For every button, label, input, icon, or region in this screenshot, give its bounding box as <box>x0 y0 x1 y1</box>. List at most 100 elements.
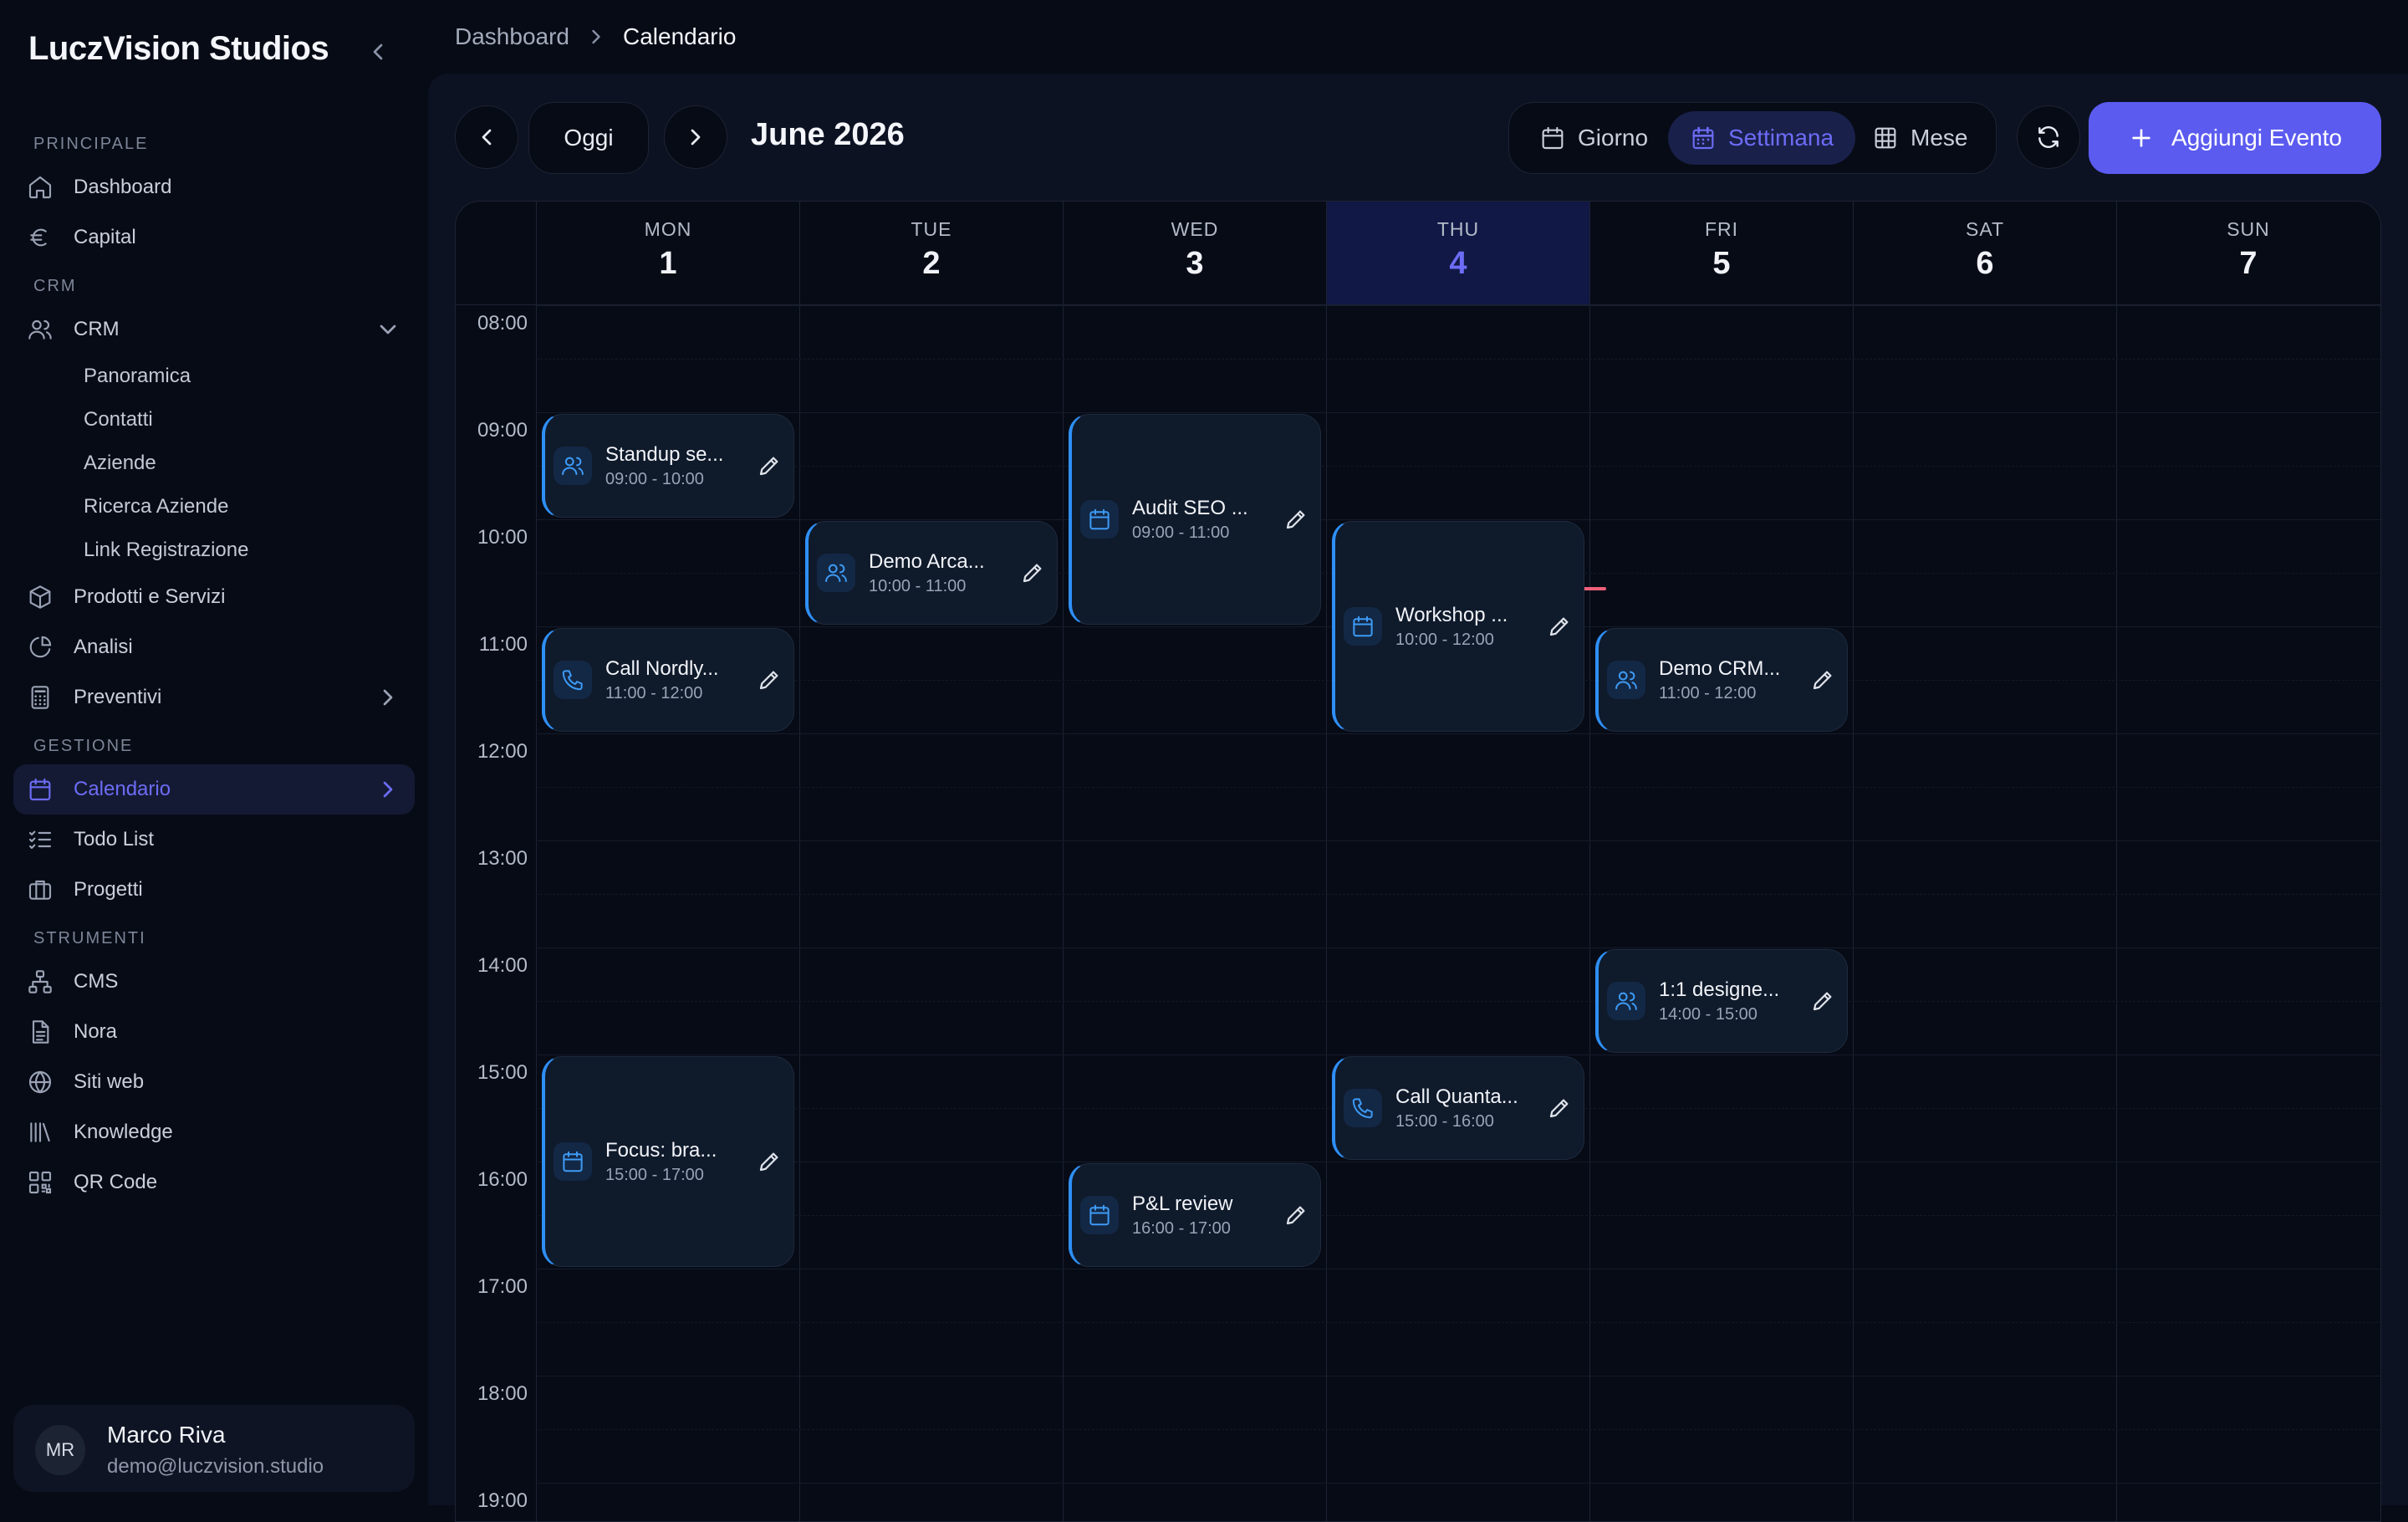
sidebar-item-qr-code[interactable]: QR Code <box>13 1157 415 1208</box>
sidebar-subitem-ricerca-aziende[interactable]: Ricerca Aziende <box>0 485 428 529</box>
day-number: 7 <box>2239 246 2258 281</box>
day-number: 6 <box>1976 246 1994 281</box>
sidebar-subitem-aziende[interactable]: Aziende <box>0 442 428 485</box>
hour-line <box>536 947 2380 948</box>
sidebar-item-analisi[interactable]: Analisi <box>13 622 415 672</box>
half-hour-line <box>536 1322 2380 1323</box>
edit-pencil-icon[interactable] <box>1283 507 1309 532</box>
event-title: Demo CRM... <box>1659 656 1781 680</box>
today-button[interactable]: Oggi <box>528 102 649 174</box>
sidebar-item-progetti[interactable]: Progetti <box>13 865 415 915</box>
sidebar-item-cms[interactable]: CMS <box>13 957 415 1007</box>
checklist-icon <box>27 826 54 853</box>
half-hour-line <box>536 1215 2380 1216</box>
half-hour-line <box>536 787 2380 788</box>
briefcase-icon <box>27 876 54 903</box>
event-card[interactable]: Call Quanta... 15:00 - 16:00 <box>1332 1056 1584 1160</box>
breadcrumb-calendario: Calendario <box>622 23 737 49</box>
event-card[interactable]: Standup se... 09:00 - 10:00 <box>542 414 794 518</box>
event-card[interactable]: P&L review 16:00 - 17:00 <box>1069 1163 1321 1267</box>
event-card[interactable]: Demo Arca... 10:00 - 11:00 <box>805 521 1058 625</box>
user-name: Marco Riva <box>107 1422 226 1448</box>
day-header-wed[interactable]: WED 3 <box>1063 202 1326 305</box>
breadcrumb-dashboard[interactable]: Dashboard <box>455 23 569 50</box>
grid-icon <box>1875 127 1896 149</box>
pie-chart-icon <box>27 634 54 661</box>
edit-pencil-icon[interactable] <box>1547 614 1572 639</box>
day-header-fri[interactable]: FRI 5 <box>1589 202 1853 305</box>
day-header-thu-today[interactable]: THU 4 <box>1326 202 1589 305</box>
home-icon <box>27 174 54 201</box>
half-hour-line <box>536 1429 2380 1430</box>
edit-pencil-icon[interactable] <box>1547 1096 1572 1121</box>
half-hour-line <box>536 894 2380 895</box>
event-title: Call Quanta... <box>1395 1085 1518 1108</box>
sidebar-item-label: Siti web <box>74 1070 145 1093</box>
refresh-icon <box>2038 126 2059 148</box>
view-month-label: Mese <box>1911 125 1968 151</box>
event-card[interactable]: Audit SEO ... 09:00 - 11:00 <box>1069 414 1321 625</box>
edit-pencil-icon[interactable] <box>1810 667 1835 692</box>
add-event-button[interactable]: Aggiungi Evento <box>2089 102 2381 174</box>
phone-icon <box>554 661 592 699</box>
view-week-button[interactable]: Settimana <box>1668 111 1856 165</box>
column-divider <box>2116 305 2117 1521</box>
event-title: 1:1 designe... <box>1659 978 1780 1001</box>
user-card[interactable]: MR Marco Riva demo@luczvision.studio <box>13 1405 415 1492</box>
sitemap-icon <box>27 968 54 995</box>
sidebar-item-calendario[interactable]: Calendario <box>13 764 415 815</box>
sidebar-nav: PRINCIPALE Dashboard Capital CRM CRM Pan… <box>0 132 428 1208</box>
edit-pencil-icon[interactable] <box>757 1149 782 1174</box>
event-card[interactable]: Workshop ... 10:00 - 12:00 <box>1332 521 1584 732</box>
chevron-right-icon[interactable] <box>375 684 401 711</box>
section-label-crm: CRM <box>33 277 77 295</box>
view-month-button[interactable]: Mese <box>1850 111 1989 165</box>
column-divider <box>1326 305 1327 1521</box>
users-icon <box>27 316 54 343</box>
edit-pencil-icon[interactable] <box>757 453 782 478</box>
sidebar-item-todo[interactable]: Todo List <box>13 815 415 865</box>
sidebar-item-label: Calendario <box>74 778 171 800</box>
event-card[interactable]: Demo CRM... 11:00 - 12:00 <box>1595 628 1848 732</box>
edit-pencil-icon[interactable] <box>1020 560 1045 585</box>
edit-pencil-icon[interactable] <box>1283 1203 1309 1228</box>
sidebar-item-preventivi[interactable]: Preventivi <box>13 672 415 723</box>
day-header-sat[interactable]: SAT 6 <box>1853 202 2116 305</box>
collapse-sidebar-icon[interactable] <box>365 38 391 65</box>
sidebar-item-prodotti[interactable]: Prodotti e Servizi <box>13 572 415 622</box>
event-title: P&L review <box>1132 1192 1233 1215</box>
edit-pencil-icon[interactable] <box>757 667 782 692</box>
refresh-button[interactable] <box>2017 105 2080 169</box>
section-label-principale: PRINCIPALE <box>33 135 149 153</box>
sidebar-item-label: Progetti <box>74 878 143 901</box>
sidebar-item-label: QR Code <box>74 1171 158 1193</box>
sidebar-subitem-contatti[interactable]: Contatti <box>0 398 428 442</box>
sidebar-item-capital[interactable]: Capital <box>13 212 415 263</box>
event-card[interactable]: Focus: bra... 15:00 - 17:00 <box>542 1056 794 1267</box>
day-header-mon[interactable]: MON 1 <box>536 202 799 305</box>
view-day-button[interactable]: Giorno <box>1518 111 1670 165</box>
event-card[interactable]: Call Nordly... 11:00 - 12:00 <box>542 628 794 732</box>
calculator-icon <box>27 684 54 711</box>
edit-pencil-icon[interactable] <box>1810 988 1835 1014</box>
day-header-sun[interactable]: SUN 7 <box>2116 202 2380 305</box>
sidebar-subitem-link-registrazione[interactable]: Link Registrazione <box>0 529 428 572</box>
sidebar-item-dashboard[interactable]: Dashboard <box>13 162 415 212</box>
event-card[interactable]: 1:1 designe... 14:00 - 15:00 <box>1595 949 1848 1053</box>
prev-week-button[interactable] <box>455 105 518 169</box>
sidebar-item-nora[interactable]: Nora <box>13 1007 415 1057</box>
time-label: 18:00 <box>477 1382 528 1405</box>
sidebar-item-siti-web[interactable]: Siti web <box>13 1057 415 1107</box>
day-of-week: WED <box>1171 218 1219 240</box>
chevron-down-icon[interactable] <box>375 316 401 343</box>
chevron-right-icon <box>691 129 701 146</box>
users-icon <box>1607 982 1645 1020</box>
day-header-tue[interactable]: TUE 2 <box>799 202 1063 305</box>
sidebar-item-crm[interactable]: CRM <box>13 304 415 355</box>
next-week-button[interactable] <box>664 105 727 169</box>
event-time: 15:00 - 16:00 <box>1395 1111 1494 1131</box>
sidebar-item-knowledge[interactable]: Knowledge <box>13 1107 415 1157</box>
sidebar-subitem-panoramica[interactable]: Panoramica <box>0 355 428 398</box>
chevron-right-icon[interactable] <box>375 776 401 803</box>
day-of-week: FRI <box>1704 218 1739 240</box>
